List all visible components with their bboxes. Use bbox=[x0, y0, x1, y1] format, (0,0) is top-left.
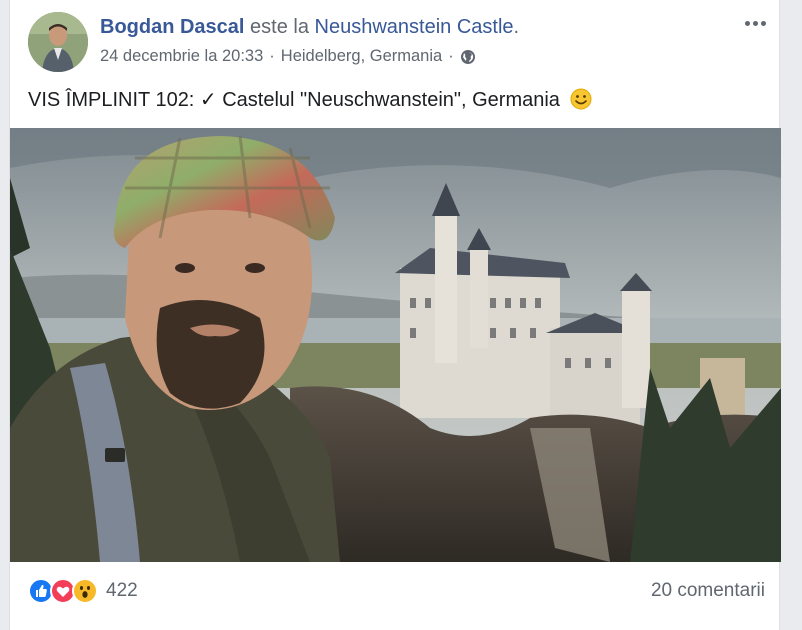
post-card: Bogdan Dascal este la Neushwanstein Cast… bbox=[9, 0, 781, 630]
wow-reaction-icon[interactable] bbox=[72, 578, 98, 604]
post-message: VIS ÎMPLINIT 102: ✓ Castelul "Neuschwans… bbox=[28, 89, 560, 111]
post-footer: 422 20 comentarii bbox=[10, 562, 781, 630]
checkin-verb: este la bbox=[250, 16, 309, 38]
more-dot bbox=[752, 20, 758, 26]
smiley-emoji-icon bbox=[570, 88, 592, 110]
post-timestamp-link[interactable]: 24 decembrie la 20:33 bbox=[100, 44, 263, 68]
more-options-icon[interactable] bbox=[741, 12, 769, 34]
place-link[interactable]: Neushwanstein Castle bbox=[315, 16, 514, 38]
author-name-link[interactable]: Bogdan Dascal bbox=[100, 16, 244, 38]
post-meta: 24 decembrie la 20:33 · Heidelberg, Germ… bbox=[100, 44, 719, 68]
reactions-summary[interactable]: 422 bbox=[28, 578, 138, 604]
location-link[interactable]: Heidelberg, Germania bbox=[281, 44, 442, 68]
globe-icon[interactable] bbox=[460, 48, 476, 64]
post-text: VIS ÎMPLINIT 102: ✓ Castelul "Neuschwans… bbox=[28, 86, 761, 114]
post-header: Bogdan Dascal este la Neushwanstein Cast… bbox=[100, 13, 719, 68]
author-avatar[interactable] bbox=[28, 12, 88, 72]
more-dot bbox=[744, 20, 750, 26]
post-photo[interactable] bbox=[10, 128, 781, 562]
more-dot bbox=[760, 20, 766, 26]
meta-separator: · bbox=[448, 47, 454, 65]
post-title-line: Bogdan Dascal este la Neushwanstein Cast… bbox=[100, 13, 719, 41]
title-punctuation: . bbox=[513, 16, 520, 38]
meta-separator: · bbox=[269, 47, 275, 65]
reaction-count: 422 bbox=[106, 580, 138, 601]
comments-count-link[interactable]: 20 comentarii bbox=[651, 578, 765, 604]
